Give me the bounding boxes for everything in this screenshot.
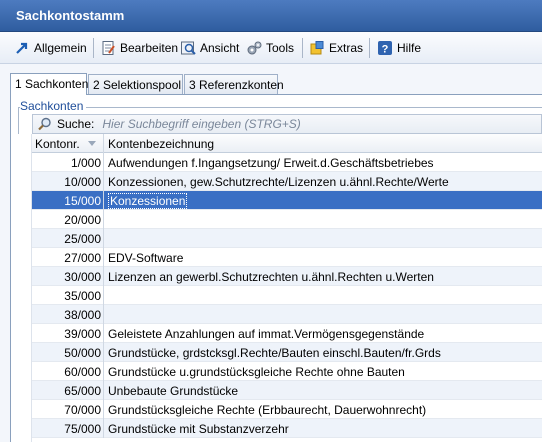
- toolbar-separator: [302, 38, 303, 58]
- cell-kontenbezeichnung: Geleistete Anzahlungen auf immat.Vermöge…: [108, 327, 425, 341]
- tab-referenzkonten[interactable]: 3 Referenzkonten: [184, 74, 284, 94]
- tab-selektionspool[interactable]: 2 Selektionspool: [88, 74, 183, 94]
- cell-kontenbezeichnung: Grundstücke u.grundstücksgleiche Rechte …: [108, 365, 405, 379]
- help-icon: ?: [377, 40, 393, 56]
- search-label: Suche:: [57, 117, 95, 131]
- table-row[interactable]: 30/000 Lizenzen an gewerbl.Schutzrechten …: [32, 267, 542, 286]
- toolbar-separator: [369, 38, 370, 58]
- table-row[interactable]: 25/000: [32, 229, 542, 248]
- gear-icon: [246, 40, 262, 56]
- table-row[interactable]: 38/000: [32, 305, 542, 324]
- table-row[interactable]: 20/000: [32, 210, 542, 229]
- cell-kontonr: 38/000: [32, 305, 104, 324]
- table-row-selected[interactable]: 15/000 Konzessionen: [32, 191, 542, 210]
- menu-tools[interactable]: Tools: [246, 39, 294, 57]
- window-title: Sachkontostamm: [16, 8, 125, 23]
- cell-kontonr: 1/000: [32, 153, 104, 172]
- svg-text:?: ?: [382, 44, 389, 56]
- cell-kontonr: 10/000: [32, 172, 104, 191]
- table-row[interactable]: 1/000 Aufwendungen f.Ingangsetzung/ Erwei…: [32, 153, 542, 172]
- search-bar: Suche:: [32, 114, 542, 134]
- menu-allgemein-label: Allgemein: [34, 41, 87, 55]
- table-row[interactable]: 27/000 EDV-Software: [32, 248, 542, 267]
- cell-kontonr: 20/000: [32, 210, 104, 229]
- cell-kontenbezeichnung: Grundstücksgleiche Rechte (Erbbaurecht, …: [108, 403, 427, 417]
- table-row[interactable]: 60/000 Grundstücke u.grundstücksgleiche R…: [32, 362, 542, 381]
- cell-kontonr: 35/000: [32, 286, 104, 305]
- menu-extras[interactable]: Extras: [309, 39, 363, 57]
- cell-kontonr: 30/000: [32, 267, 104, 286]
- table-row[interactable]: 70/000 Grundstücksgleiche Rechte (Erbbaur…: [32, 400, 542, 419]
- table-row[interactable]: 75/000 Grundstücke mit Substanzverzehr: [32, 419, 542, 438]
- cell-kontonr: 15/000: [32, 191, 104, 210]
- cell-kontenbezeichnung: Grundstücke, grdstcksgl.Rechte/Bauten ei…: [108, 346, 441, 360]
- cell-kontonr: 60/000: [32, 362, 104, 381]
- view-icon: [180, 40, 196, 56]
- cell-kontenbezeichnung: [105, 210, 108, 229]
- cell-kontenbezeichnung: [105, 229, 108, 248]
- cell-kontenbezeichnung: Lizenzen an gewerbl.Schutzrechten u.ähnl…: [108, 270, 434, 284]
- cell-kontonr: 65/000: [32, 381, 104, 400]
- menu-allgemein[interactable]: Allgemein: [14, 39, 87, 57]
- menu-bearbeiten-label: Bearbeiten: [120, 41, 179, 55]
- menu-hilfe-label: Hilfe: [397, 41, 422, 55]
- cell-kontenbezeichnung: Aufwendungen f.Ingangsetzung/ Erweit.d.G…: [108, 156, 434, 170]
- column-header-kontenbezeichnung[interactable]: Kontenbezeichnung: [105, 134, 214, 153]
- cell-kontonr: 25/000: [32, 229, 104, 248]
- cell-kontonr: 50/000: [32, 343, 104, 362]
- cell-kontenbezeichnung: Konzessionen: [105, 191, 188, 210]
- cell-kontonr: 27/000: [32, 248, 104, 267]
- cell-kontenbezeichnung: Konzessionen, gew.Schutzrechte/Lizenzen …: [108, 175, 449, 189]
- toolbar: Allgemein Bearbeiten Ansicht Tools Extra…: [0, 32, 542, 64]
- cell-kontonr: 70/000: [32, 400, 104, 419]
- cell-kontenbezeichnung: Grundstücke mit Substanzverzehr: [108, 422, 289, 436]
- cell-kontenbezeichnung: EDV-Software: [108, 251, 184, 265]
- table-row[interactable]: 10/000 Konzessionen, gew.Schutzrechte/Liz…: [32, 172, 542, 191]
- document-icon: [100, 40, 116, 56]
- table-row[interactable]: 65/000 Unbebaute Grundstücke: [32, 381, 542, 400]
- table-row[interactable]: 35/000: [32, 286, 542, 305]
- menu-bearbeiten[interactable]: Bearbeiten: [100, 39, 178, 57]
- extras-icon: [309, 40, 325, 56]
- cell-kontonr: 39/000: [32, 324, 104, 343]
- sort-down-icon: [88, 141, 96, 146]
- toolbar-separator: [93, 38, 94, 58]
- menu-tools-label: Tools: [266, 41, 295, 55]
- table-row[interactable]: 50/000 Grundstücke, grdstcksgl.Rechte/Bau…: [32, 343, 542, 362]
- menu-ansicht-label: Ansicht: [200, 41, 240, 55]
- cell-kontonr: 75/000: [32, 419, 104, 438]
- menu-hilfe[interactable]: ? Hilfe: [377, 39, 421, 57]
- group-label: Sachkonten: [20, 99, 87, 113]
- menu-extras-label: Extras: [329, 41, 364, 55]
- search-input[interactable]: [102, 117, 483, 131]
- menu-ansicht[interactable]: Ansicht: [180, 39, 239, 57]
- tab-sachkonten[interactable]: 1 Sachkonten: [10, 73, 88, 95]
- title-bar: Sachkontostamm: [0, 0, 542, 32]
- search-icon[interactable]: [37, 116, 53, 132]
- cell-kontenbezeichnung-text: Konzessionen: [108, 193, 188, 209]
- column-header-kontonr-label: Kontonr.: [35, 137, 80, 151]
- grid-header: Kontonr. Kontenbezeichnung: [32, 134, 542, 153]
- table-row[interactable]: 39/000 Geleistete Anzahlungen auf immat.V…: [32, 324, 542, 343]
- cell-kontenbezeichnung: Unbebaute Grundstücke: [108, 384, 239, 398]
- row-header-column: [18, 134, 32, 442]
- cell-kontenbezeichnung: [105, 305, 108, 324]
- arrow-icon: [14, 40, 30, 56]
- cell-kontenbezeichnung: [105, 286, 108, 305]
- column-header-kontonr[interactable]: Kontonr.: [32, 134, 104, 153]
